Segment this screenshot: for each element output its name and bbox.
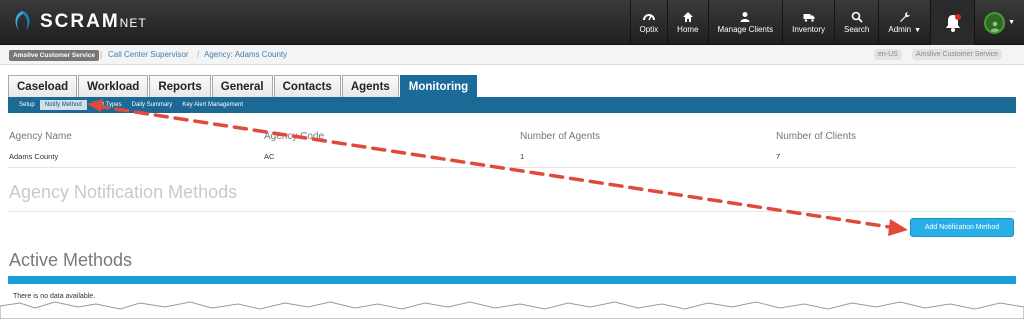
nav-inventory[interactable]: Inventory [782, 0, 834, 45]
nav-search[interactable]: Search [834, 0, 878, 45]
tab-agents[interactable]: Agents [341, 75, 399, 97]
org-pill[interactable]: Amslive Customer Service [912, 49, 1003, 60]
breadcrumb-role[interactable]: Call Center Supervisor [108, 50, 188, 59]
top-nav-menu: Optix Home Manage Clients Inventory Sear… [629, 0, 1024, 45]
nav-home-label: Home [677, 25, 699, 34]
divider [8, 167, 1016, 168]
torn-edge [0, 301, 1024, 319]
tab-reports[interactable]: Reports [149, 75, 211, 97]
truck-icon [803, 14, 815, 22]
home-icon [682, 12, 693, 22]
subnav-daily-summary[interactable]: Daily Summary [127, 100, 178, 110]
user-menu[interactable]: ▼ [974, 0, 1024, 45]
top-navbar: SCRAMNET Optix Home Manage Clients Inven… [0, 0, 1024, 45]
header-agency-code: Agency Code [264, 131, 325, 142]
tab-contacts[interactable]: Contacts [273, 75, 341, 97]
user-avatar-icon [989, 21, 1000, 32]
tab-caseload[interactable]: Caseload [8, 75, 78, 97]
value-number-of-clients: 7 [776, 152, 781, 161]
logo-suffix: NET [119, 16, 147, 30]
nav-admin-label: Admin [888, 25, 912, 34]
breadcrumb: Amslive Customer Service | Call Center S… [0, 45, 1024, 65]
value-agency-name: Adams County [9, 152, 59, 161]
chevron-down-icon: ▼ [1008, 19, 1015, 26]
subnav-setup[interactable]: Setup [14, 100, 40, 110]
value-agency-code: AC [264, 152, 275, 161]
nav-optix[interactable]: Optix [629, 0, 668, 45]
empty-state-text: There is no data available. [13, 293, 96, 300]
notifications-bell[interactable] [930, 0, 974, 45]
subnav-notify-method[interactable]: Notify Method [39, 100, 87, 110]
org-badge: Amslive Customer Service [9, 50, 100, 61]
notification-methods-title: Agency Notification Methods [9, 182, 238, 202]
active-methods-table-header [8, 276, 1016, 284]
wrench-icon [899, 12, 910, 22]
nav-manage-clients[interactable]: Manage Clients [707, 0, 783, 45]
add-notification-method-button[interactable]: Add Notification Method [910, 218, 1014, 237]
header-number-of-agents: Number of Agents [520, 131, 601, 142]
subnav-key-alert-management[interactable]: Key Alert Management [177, 100, 248, 110]
nav-optix-label: Optix [639, 25, 659, 34]
nav-manage-clients-label: Manage Clients [717, 25, 774, 34]
dashboard-icon [642, 14, 655, 21]
bell-icon [945, 13, 961, 32]
header-agency-name: Agency Name [9, 131, 72, 142]
nav-inventory-label: Inventory [792, 25, 826, 34]
tab-workload[interactable]: Workload [78, 75, 149, 97]
chevron-down-icon: ▼ [914, 27, 921, 34]
avatar [984, 11, 1006, 34]
scramnet-logo[interactable]: SCRAMNET [10, 9, 147, 35]
active-methods-title: Active Methods [9, 250, 133, 270]
subnav-alert-types[interactable]: Alert Types [87, 100, 127, 110]
divider [8, 211, 1016, 212]
locale-pill[interactable]: en-US [874, 49, 902, 60]
notification-dot [954, 13, 961, 20]
header-number-of-clients: Number of Clients [776, 131, 857, 142]
tab-monitoring[interactable]: Monitoring [399, 75, 478, 97]
monitoring-subnav: Setup Notify Method Alert Types Daily Su… [8, 97, 1016, 113]
tab-general[interactable]: General [211, 75, 273, 97]
logo-text: SCRAM [40, 11, 120, 32]
user-icon [740, 12, 750, 22]
logo-swirl-icon [10, 9, 36, 35]
breadcrumb-agency[interactable]: Agency: Adams County [204, 50, 287, 59]
nav-home[interactable]: Home [667, 0, 707, 45]
value-number-of-agents: 1 [520, 152, 525, 161]
nav-admin[interactable]: Admin ▼ [878, 0, 930, 45]
search-icon [851, 11, 863, 23]
nav-search-label: Search [844, 25, 870, 34]
main-tabs: Caseload Workload Reports General Contac… [8, 75, 478, 97]
